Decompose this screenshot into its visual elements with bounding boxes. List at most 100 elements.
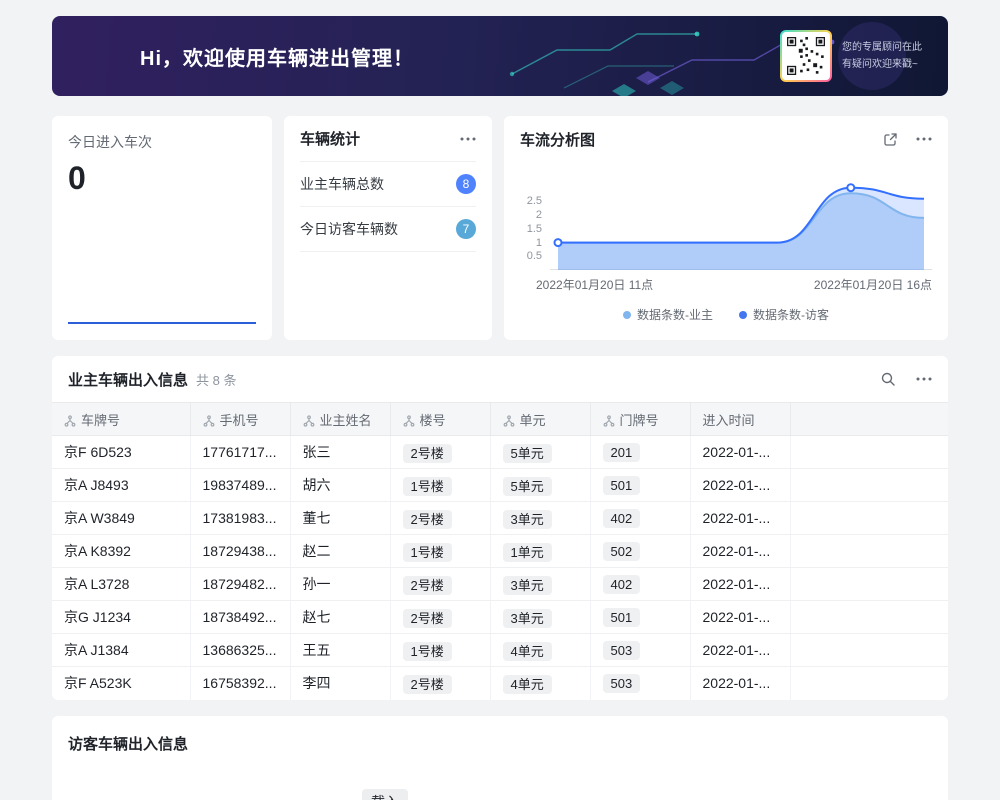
cell-tag: 501 [603, 608, 641, 627]
legend-dot-icon [623, 311, 631, 319]
cell-plate: 京F A523K [52, 667, 190, 700]
field-type-icon [403, 415, 415, 427]
search-icon[interactable] [880, 371, 896, 387]
cell-plate: 京A J1384 [52, 634, 190, 667]
table-row: 京G J123418738492...赵七2号楼3单元5012022-01-..… [52, 601, 948, 634]
more-icon[interactable] [916, 377, 932, 381]
column-label: 业主姓名 [320, 413, 372, 428]
column-header-plate[interactable]: 车牌号 [52, 403, 190, 436]
column-header-unit[interactable]: 单元 [490, 403, 590, 436]
cell-tag: 503 [603, 641, 641, 660]
column-header-time[interactable]: 进入时间 [690, 403, 790, 436]
qr-code [780, 30, 832, 82]
column-header-door[interactable]: 门牌号 [590, 403, 690, 436]
more-icon[interactable] [916, 137, 932, 141]
cell-name: 王五 [290, 634, 390, 667]
cell-door: 201 [590, 436, 690, 469]
cell-door: 501 [590, 469, 690, 502]
qr-pattern-icon [787, 37, 825, 75]
y-tick-label: 1.5 [527, 223, 542, 235]
cell-time: 2022-01-... [690, 634, 790, 667]
cell-time: 2022-01-... [690, 568, 790, 601]
summary-cards-row: 今日进入车次 0 车辆统计 业主车辆总数8今日访客车辆数7 车流分析图 [52, 116, 948, 340]
table-row: 京A W384917381983...董七2号楼3单元4022022-01-..… [52, 502, 948, 535]
field-type-icon [203, 415, 215, 427]
cell-phone: 13686325... [190, 634, 290, 667]
open-in-new-icon[interactable] [883, 132, 898, 147]
column-label: 门牌号 [620, 413, 659, 428]
column-header-phone[interactable]: 手机号 [190, 403, 290, 436]
cell-tag: 3单元 [503, 609, 552, 628]
cell-time: 2022-01-... [690, 469, 790, 502]
column-header-building[interactable]: 楼号 [390, 403, 490, 436]
cell-building: 2号楼 [390, 601, 490, 634]
cell-phone: 18729438... [190, 535, 290, 568]
table-row: 京F A523K16758392...李四2号楼4单元5032022-01-..… [52, 667, 948, 700]
cell-tag: 1号楼 [403, 543, 452, 562]
cell-door: 502 [590, 535, 690, 568]
cell-door: 402 [590, 568, 690, 601]
cell-tag: 1单元 [503, 543, 552, 562]
stats-row-label: 业主车辆总数 [300, 174, 384, 194]
cell-time: 2022-01-... [690, 601, 790, 634]
stats-count-badge: 7 [456, 219, 476, 239]
cell-door: 503 [590, 667, 690, 700]
cell-door: 503 [590, 634, 690, 667]
cell-tag: 501 [603, 476, 641, 495]
y-tick-label: 2 [536, 209, 542, 221]
dashboard-page: Hi，欢迎使用车辆进出管理！ [0, 0, 1000, 800]
field-type-icon [603, 415, 615, 427]
cell-unit: 3单元 [490, 601, 590, 634]
traffic-line-chart [550, 174, 932, 270]
today-entry-card: 今日进入车次 0 [52, 116, 272, 340]
more-icon[interactable] [460, 137, 476, 141]
cell-time: 2022-01-... [690, 667, 790, 700]
vehicle-stats-title: 车辆统计 [300, 128, 360, 149]
vehicle-stats-card: 车辆统计 业主车辆总数8今日访客车辆数7 [284, 116, 492, 340]
cell-building: 2号楼 [390, 502, 490, 535]
cell-tag: 2号楼 [403, 609, 452, 628]
cell-tag: 503 [603, 674, 641, 693]
cell-empty [790, 601, 948, 634]
cell-unit: 5单元 [490, 436, 590, 469]
cell-tag: 3单元 [503, 576, 552, 595]
column-label: 单元 [520, 413, 546, 428]
cell-tag: 5单元 [503, 477, 552, 496]
legend-label: 数据条数-访客 [753, 306, 829, 323]
chart-x-axis-labels: 2022年01月20日 11点2022年01月20日 16点 [536, 276, 932, 293]
chart-y-axis: 0.511.522.5 [520, 174, 550, 270]
stats-row: 今日访客车辆数7 [300, 207, 476, 252]
cell-unit: 4单元 [490, 634, 590, 667]
owner-table-body: 京F 6D52317761717...张三2号楼5单元2012022-01-..… [52, 436, 948, 700]
cell-time: 2022-01-... [690, 502, 790, 535]
cell-tag: 502 [603, 542, 641, 561]
stat-underline [68, 322, 256, 324]
cell-tag: 2号楼 [403, 576, 452, 595]
cell-building: 2号楼 [390, 436, 490, 469]
owner-table-header-row: 车牌号 手机号 业主姓名 楼号 单元 门牌号 进入时间 [52, 403, 948, 436]
cell-tag: 201 [603, 443, 641, 462]
y-tick-label: 0.5 [527, 250, 542, 262]
cell-building: 2号楼 [390, 568, 490, 601]
cell-phone: 16758392... [190, 667, 290, 700]
cell-name: 董七 [290, 502, 390, 535]
column-label: 手机号 [220, 413, 259, 428]
cell-building: 1号楼 [390, 469, 490, 502]
cell-phone: 19837489... [190, 469, 290, 502]
cell-tag: 1号楼 [403, 642, 452, 661]
stat-label: 今日进入车次 [68, 132, 256, 152]
cell-time: 2022-01-... [690, 436, 790, 469]
cell-name: 孙一 [290, 568, 390, 601]
column-label: 楼号 [420, 413, 446, 428]
cell-empty [790, 469, 948, 502]
chart-plot [550, 174, 932, 270]
field-type-icon [303, 415, 315, 427]
vehicle-stats-list: 业主车辆总数8今日访客车辆数7 [300, 162, 476, 252]
cell-name: 赵七 [290, 601, 390, 634]
table-row: 京F 6D52317761717...张三2号楼5单元2012022-01-..… [52, 436, 948, 469]
cell-name: 胡六 [290, 469, 390, 502]
column-header-empty [790, 403, 948, 436]
cell-plate: 京A W3849 [52, 502, 190, 535]
cell-tag: 4单元 [503, 642, 552, 661]
column-header-name[interactable]: 业主姓名 [290, 403, 390, 436]
